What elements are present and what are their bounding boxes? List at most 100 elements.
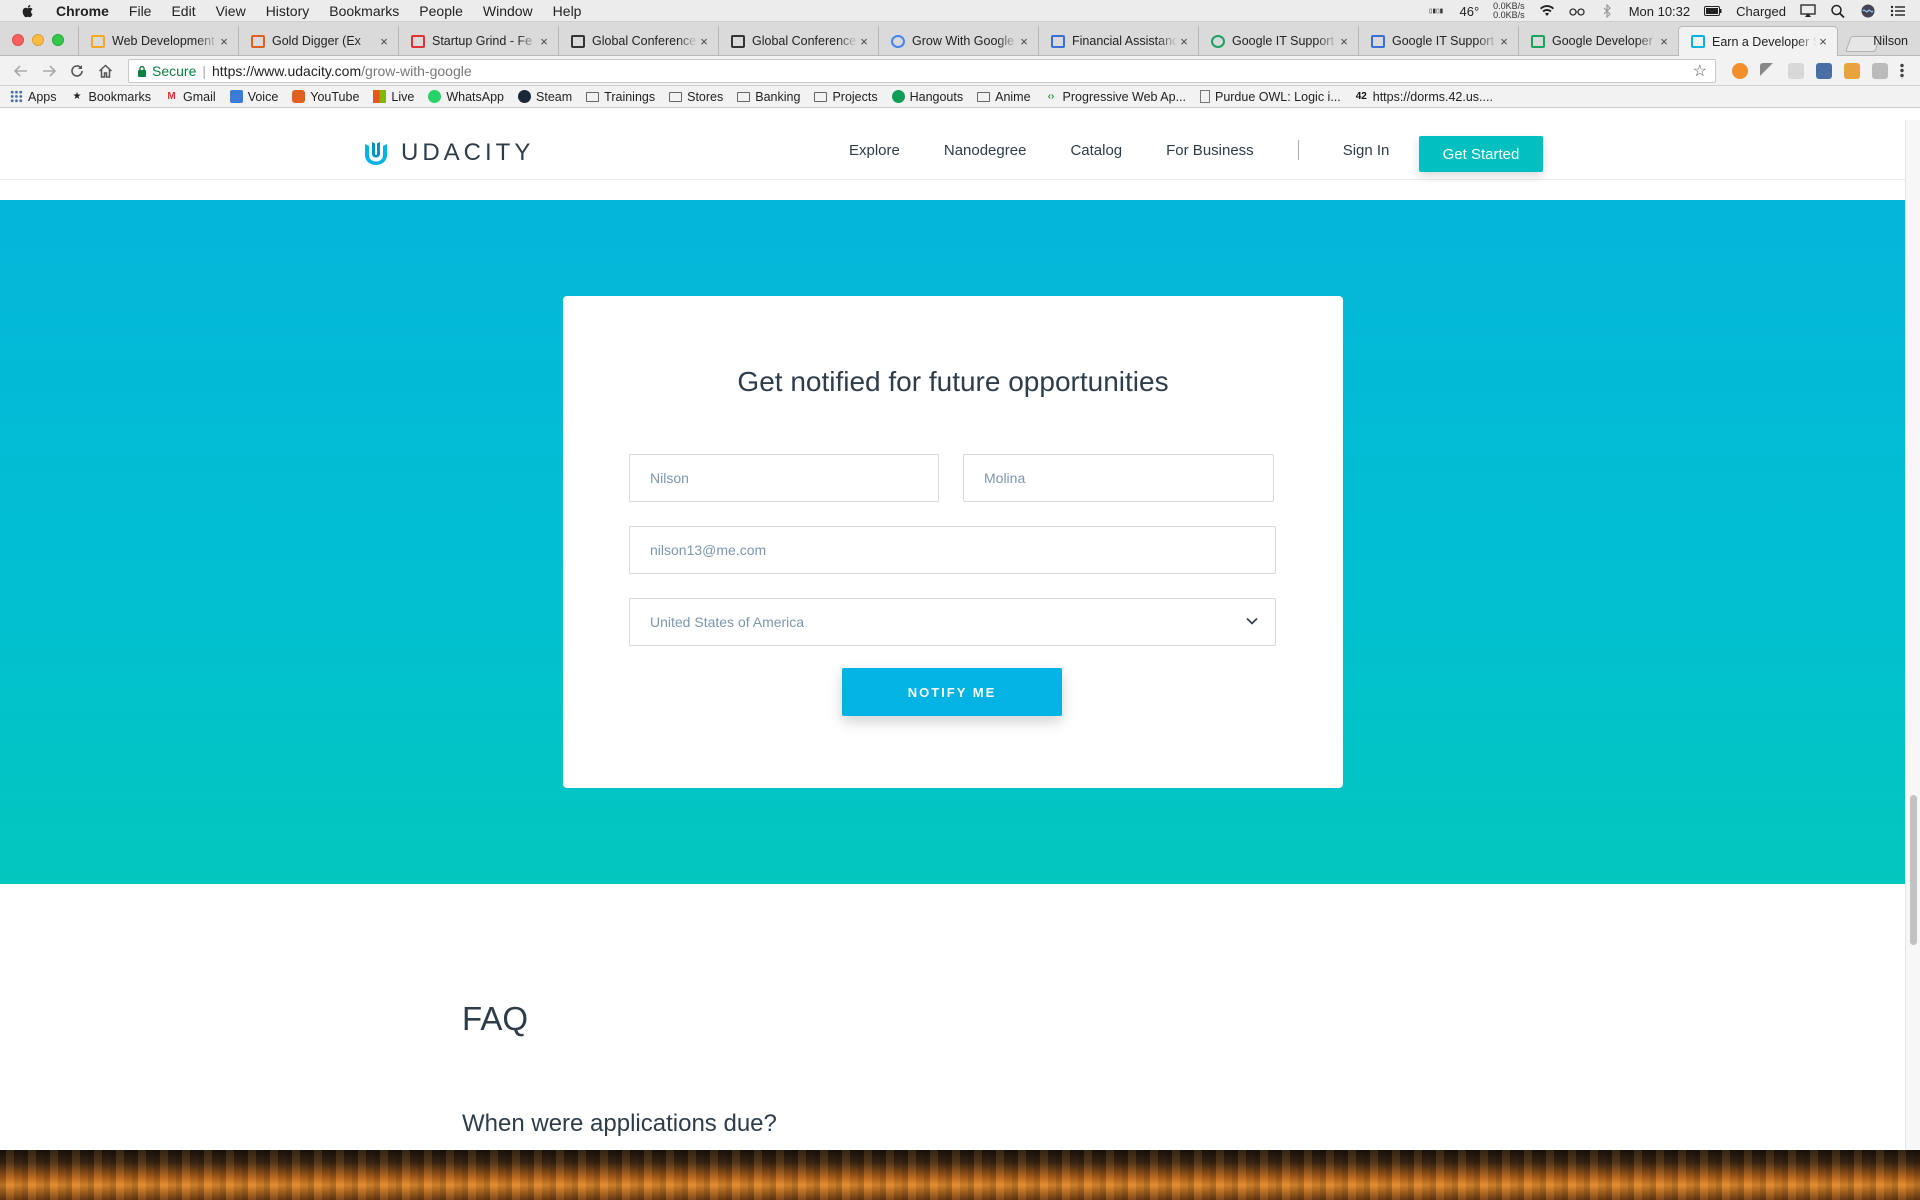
notify-me-button[interactable]: NOTIFY ME bbox=[842, 668, 1062, 716]
wifi-icon[interactable] bbox=[1539, 4, 1555, 18]
back-button[interactable] bbox=[10, 60, 32, 82]
close-tab-icon[interactable]: × bbox=[1018, 34, 1030, 49]
extension-badge-icon[interactable] bbox=[1816, 62, 1832, 79]
email-input[interactable] bbox=[629, 526, 1276, 574]
close-tab-icon[interactable]: × bbox=[698, 34, 710, 49]
bookmark-item[interactable]: ★ Bookmarks bbox=[71, 90, 152, 104]
get-started-button[interactable]: Get Started bbox=[1419, 136, 1543, 172]
extension-honey-icon[interactable] bbox=[1732, 62, 1748, 79]
bookmark-item[interactable]: Stores bbox=[669, 90, 723, 104]
home-button[interactable] bbox=[94, 60, 116, 82]
nav-catalog[interactable]: Catalog bbox=[1070, 142, 1122, 159]
menu-file[interactable]: File bbox=[129, 3, 152, 19]
fullscreen-window-button[interactable] bbox=[52, 34, 64, 46]
close-tab-icon[interactable]: × bbox=[218, 34, 230, 49]
menu-view[interactable]: View bbox=[216, 3, 246, 19]
browser-tab[interactable]: Financial Assistanc × bbox=[1038, 26, 1198, 56]
close-tab-icon[interactable]: × bbox=[1338, 34, 1350, 49]
browser-tab[interactable]: Google IT Support × bbox=[1198, 26, 1358, 56]
apps-grid-icon bbox=[10, 90, 23, 103]
accessibility-glasses-icon[interactable] bbox=[1569, 4, 1585, 18]
chrome-menu-icon[interactable] bbox=[1900, 62, 1904, 79]
nav-explore[interactable]: Explore bbox=[849, 142, 900, 159]
close-tab-icon[interactable]: × bbox=[858, 34, 870, 49]
country-select[interactable]: United States of America bbox=[629, 598, 1276, 646]
browser-tab[interactable]: Grow With Google × bbox=[878, 26, 1038, 56]
airplay-icon[interactable] bbox=[1800, 4, 1816, 18]
notification-center-icon[interactable] bbox=[1890, 4, 1906, 18]
sign-in-link[interactable]: Sign In bbox=[1343, 142, 1390, 159]
minimize-window-button[interactable] bbox=[32, 34, 44, 46]
profile-name[interactable]: Nilson bbox=[1873, 34, 1908, 48]
bookmark-item[interactable]: YouTube bbox=[292, 90, 359, 104]
faq-question[interactable]: When were applications due? bbox=[462, 1110, 777, 1138]
browser-tab[interactable]: Web Development × bbox=[78, 26, 238, 56]
bookmark-item[interactable]: M Gmail bbox=[165, 90, 215, 104]
first-name-input[interactable] bbox=[629, 454, 939, 502]
reload-button[interactable] bbox=[66, 60, 88, 82]
menu-bookmarks[interactable]: Bookmarks bbox=[329, 3, 399, 19]
extension-doc-icon[interactable] bbox=[1788, 62, 1804, 79]
bookmark-item[interactable]: Projects bbox=[814, 90, 878, 104]
close-tab-icon[interactable]: × bbox=[538, 34, 550, 49]
menu-edit[interactable]: Edit bbox=[171, 3, 195, 19]
close-tab-icon[interactable]: × bbox=[1178, 34, 1190, 49]
browser-tab[interactable]: Google IT Support × bbox=[1358, 26, 1518, 56]
battery-icon[interactable] bbox=[1704, 4, 1722, 18]
udacity-logo[interactable]: UDACITY bbox=[361, 138, 534, 168]
bookmark-item[interactable]: WhatsApp bbox=[428, 90, 504, 104]
bookmark-star-icon[interactable]: ☆ bbox=[1693, 61, 1707, 81]
browser-tab[interactable]: Global Conference × bbox=[718, 26, 878, 56]
network-speed[interactable]: 0.0KB/s 0.0KB/s bbox=[1493, 2, 1525, 20]
scrollbar-thumb[interactable] bbox=[1910, 795, 1917, 945]
close-window-button[interactable] bbox=[12, 34, 24, 46]
browser-tab[interactable]: Global Conference × bbox=[558, 26, 718, 56]
nav-for-business[interactable]: For Business bbox=[1166, 142, 1254, 159]
browser-tab[interactable]: Google Developer × bbox=[1518, 26, 1678, 56]
home-icon bbox=[98, 63, 112, 78]
tab-title: Earn a Developer S bbox=[1712, 34, 1817, 49]
extension-eyedropper-icon[interactable] bbox=[1760, 62, 1776, 79]
tab-active[interactable]: Earn a Developer S × bbox=[1678, 26, 1838, 56]
bookmark-item[interactable]: ‹› Progressive Web Ap... bbox=[1045, 90, 1186, 104]
apple-icon[interactable] bbox=[20, 3, 36, 19]
bookmark-item[interactable]: Anime bbox=[977, 90, 1031, 104]
menu-chrome[interactable]: Chrome bbox=[56, 3, 109, 19]
battery-status[interactable]: Charged bbox=[1736, 4, 1786, 19]
siri-icon[interactable] bbox=[1860, 4, 1876, 18]
bookmark-item[interactable]: Apps bbox=[10, 90, 57, 104]
bookmark-item[interactable]: Trainings bbox=[586, 90, 655, 104]
close-tab-icon[interactable]: × bbox=[1658, 34, 1670, 49]
browser-tab[interactable]: Startup Grind - Fe × bbox=[398, 26, 558, 56]
last-name-input[interactable] bbox=[963, 454, 1274, 502]
bookmark-label: Progressive Web Ap... bbox=[1062, 89, 1186, 104]
menu-help[interactable]: Help bbox=[553, 3, 582, 19]
close-tab-icon[interactable]: × bbox=[378, 34, 390, 49]
close-tab-icon[interactable]: × bbox=[1817, 34, 1829, 49]
extension-s-icon[interactable] bbox=[1872, 62, 1888, 79]
weather-temperature[interactable]: 46° bbox=[1459, 4, 1479, 19]
chrome-window: Web Development × Gold Digger (Ex × Startup … bbox=[0, 22, 1920, 1150]
bookmark-label: Steam bbox=[536, 89, 573, 104]
spotlight-search-icon[interactable] bbox=[1830, 4, 1846, 18]
bookmark-item[interactable]: Voice bbox=[229, 90, 278, 104]
bookmark-item[interactable]: 42 https://dorms.42.us.... bbox=[1355, 90, 1493, 104]
nav-nanodegree[interactable]: Nanodegree bbox=[944, 142, 1027, 159]
bookmark-item[interactable]: Steam bbox=[518, 90, 572, 104]
address-bar[interactable]: Secure | https://www.udacity.com/grow-wi… bbox=[128, 58, 1716, 83]
menu-people[interactable]: People bbox=[419, 3, 463, 19]
bookmark-item[interactable]: Banking bbox=[737, 90, 800, 104]
menu-history[interactable]: History bbox=[266, 3, 310, 19]
bookmark-item[interactable]: Purdue OWL: Logic i... bbox=[1199, 90, 1341, 104]
battery-phone-icon[interactable] bbox=[1429, 4, 1445, 18]
forward-button[interactable] bbox=[38, 60, 60, 82]
extension-flag-icon[interactable] bbox=[1844, 62, 1860, 79]
menu-window[interactable]: Window bbox=[483, 3, 533, 19]
close-tab-icon[interactable]: × bbox=[1498, 34, 1510, 49]
clock[interactable]: Mon 10:32 bbox=[1629, 4, 1690, 19]
bookmark-item[interactable]: Live bbox=[373, 90, 414, 104]
bluetooth-icon[interactable] bbox=[1599, 4, 1615, 18]
bookmark-item[interactable]: Hangouts bbox=[891, 90, 963, 104]
browser-tab[interactable]: Gold Digger (Ex × bbox=[238, 26, 398, 56]
page-scrollbar[interactable] bbox=[1905, 120, 1920, 1150]
